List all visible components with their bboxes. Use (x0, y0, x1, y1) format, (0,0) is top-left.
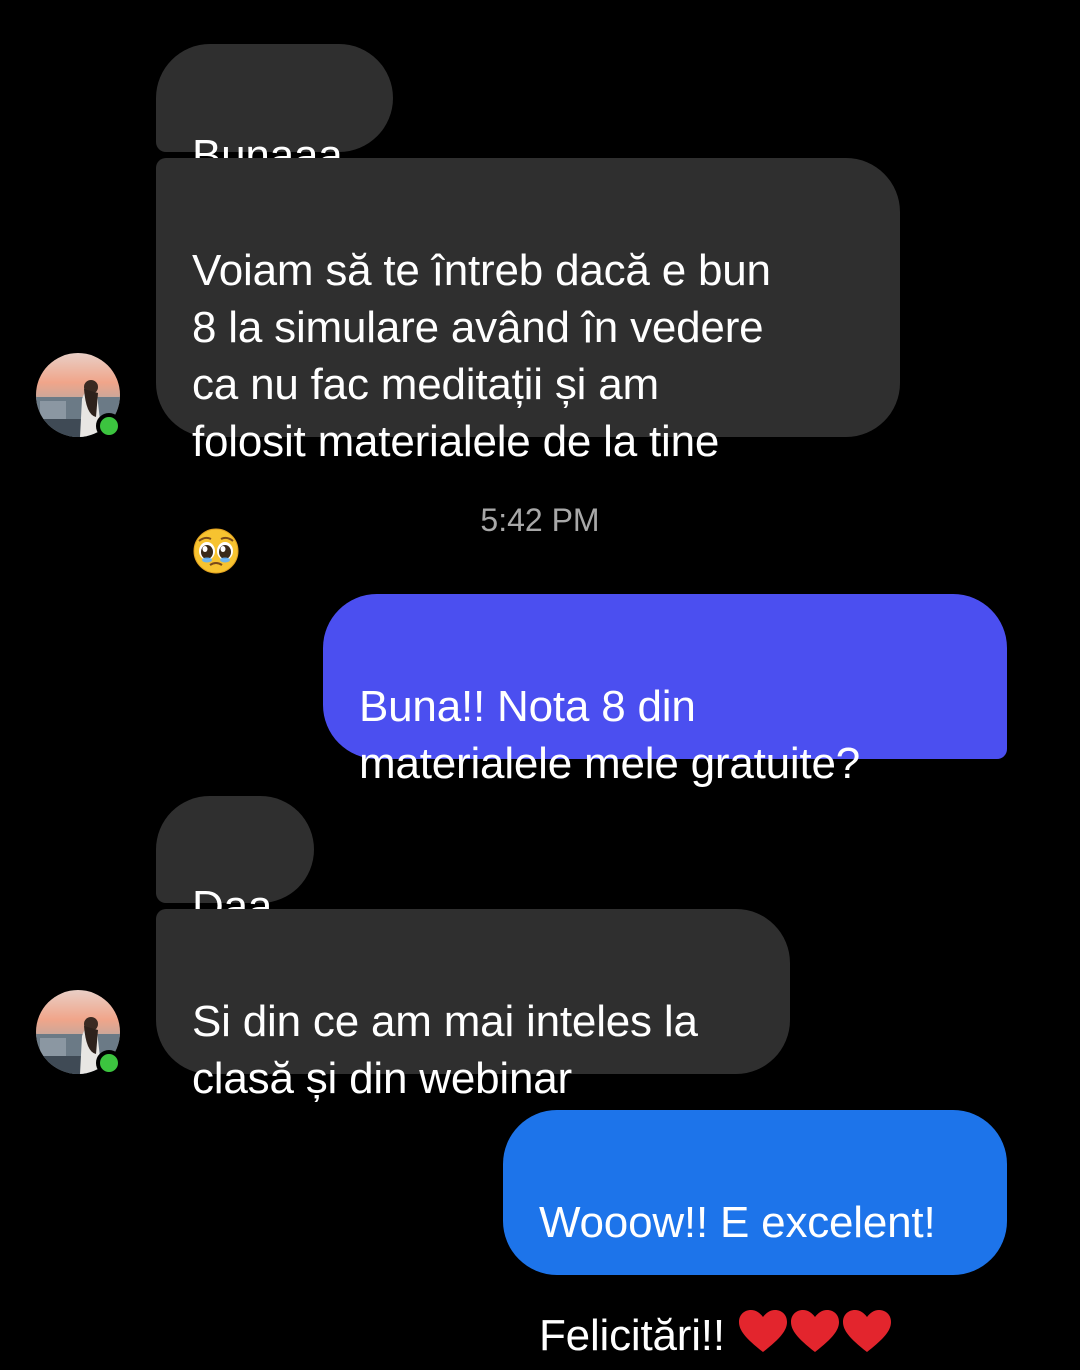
message-text: Voiam să te întreb dacă e bun 8 la simul… (192, 246, 771, 466)
message-bubble-outgoing[interactable]: Buna!! Nota 8 din materialele mele gratu… (323, 594, 1007, 788)
message-bubble-incoming[interactable]: Daa (156, 796, 314, 931)
contact-avatar[interactable] (36, 353, 122, 439)
message-bubble-incoming[interactable]: Bunaaa (156, 44, 393, 180)
red-heart-emoji (737, 1251, 893, 1370)
message-bubble-outgoing[interactable]: Wooow!! E excelent! Felicitări!! (503, 1110, 1007, 1360)
message-timestamp: 5:42 PM (480, 502, 600, 538)
message-text: Si din ce am mai inteles la clasă și din… (192, 997, 698, 1103)
online-status-dot (96, 413, 122, 439)
online-status-dot (96, 1050, 122, 1076)
message-text: Buna!! Nota 8 din materialele mele gratu… (359, 682, 861, 788)
message-bubble-incoming[interactable]: Si din ce am mai inteles la clasă și din… (156, 909, 790, 1103)
contact-avatar[interactable] (36, 990, 122, 1076)
message-bubble-incoming[interactable]: Voiam să te întreb dacă e bun 8 la simul… (156, 158, 900, 574)
